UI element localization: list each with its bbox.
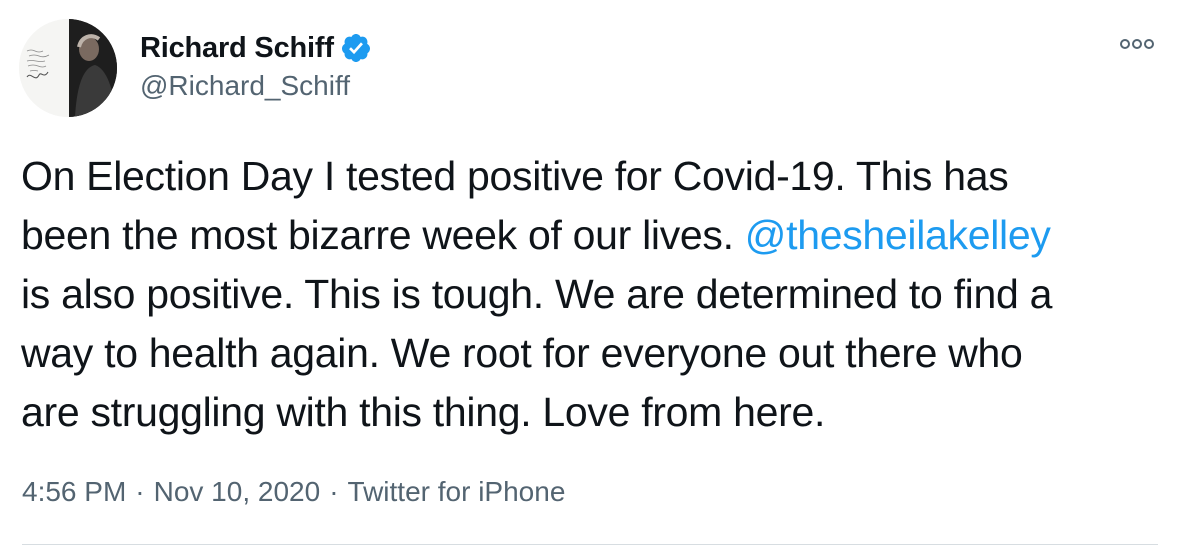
avatar-image [19, 19, 117, 117]
meta-separator: · [329, 476, 339, 507]
tweet-line: been the most bizarre week of our lives.… [21, 206, 1161, 265]
author-name-row: Richard Schiff [140, 30, 372, 66]
tweet-line-text: is also positive. This is tough. We are … [21, 271, 1053, 317]
mention-link[interactable]: @thesheilakelley [745, 212, 1051, 258]
tweet-meta: 4:56 PM · Nov 10, 2020 · Twitter for iPh… [22, 476, 565, 508]
tweet-line: way to health again. We root for everyon… [21, 324, 1161, 383]
more-options-icon[interactable] [1118, 35, 1156, 53]
avatar[interactable] [19, 19, 117, 117]
tweet-line-text: are struggling with this thing. Love fro… [21, 389, 826, 435]
tweet-line-text: been the most bizarre week of our lives. [21, 212, 745, 258]
tweet-card: Richard Schiff @Richard_Schiff On Electi… [0, 0, 1184, 548]
tweet-line: On Election Day I tested positive for Co… [21, 147, 1161, 206]
tweet-line: is also positive. This is tough. We are … [21, 265, 1161, 324]
verified-badge-icon [341, 34, 370, 62]
tweet-text: On Election Day I tested positive for Co… [21, 147, 1161, 442]
tweet-date[interactable]: Nov 10, 2020 [154, 476, 321, 508]
display-name[interactable]: Richard Schiff [140, 32, 334, 65]
tweet-line-text: On Election Day I tested positive for Co… [21, 153, 1009, 199]
tweet-line-text: way to health again. We root for everyon… [21, 330, 1023, 376]
tweet-source[interactable]: Twitter for iPhone [348, 476, 566, 508]
author-handle[interactable]: @Richard_Schiff [140, 70, 350, 102]
divider [22, 544, 1158, 545]
meta-separator: · [135, 476, 145, 507]
tweet-time[interactable]: 4:56 PM [22, 476, 126, 508]
tweet-line: are struggling with this thing. Love fro… [21, 383, 1161, 442]
